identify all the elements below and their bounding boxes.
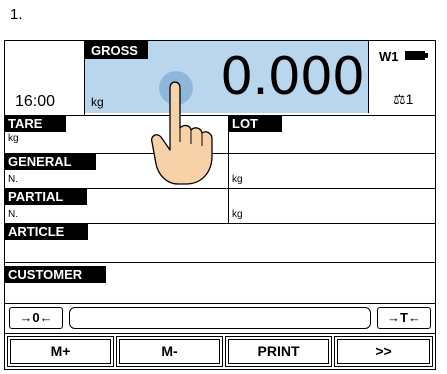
platform-number: 1 xyxy=(405,91,414,107)
battery-icon xyxy=(405,51,428,60)
next-page-button[interactable]: >> xyxy=(334,336,433,367)
gross-label: GROSS xyxy=(85,41,148,59)
step-number: 1. xyxy=(10,6,23,23)
lot-label[interactable]: LOT xyxy=(229,115,282,132)
row-customer[interactable]: CUSTOMER xyxy=(5,262,435,304)
row-general: GENERAL N. kg xyxy=(5,153,435,189)
tare-bar: →0← →T← xyxy=(5,303,435,334)
row-partial: PARTIAL N. kg xyxy=(5,188,435,224)
scale-terminal: 16:00 GROSS kg 0.000 W1 ⚖1 TARE kg LOT G… xyxy=(4,40,436,370)
touch-finger-icon xyxy=(151,71,213,185)
row-article[interactable]: ARTICLE xyxy=(5,223,435,263)
article-label: ARTICLE xyxy=(5,223,89,240)
general-count-label: N. xyxy=(8,174,18,185)
scale-icon: ⚖ xyxy=(393,91,406,107)
function-keys: M+ M- PRINT >> xyxy=(5,334,435,369)
weight-unit: kg xyxy=(91,95,104,109)
partial-label: PARTIAL xyxy=(5,188,88,205)
tare-button[interactable]: →T← xyxy=(377,307,431,329)
divider xyxy=(228,153,229,188)
partial-unit: kg xyxy=(232,209,243,220)
general-unit: kg xyxy=(232,174,243,185)
print-button[interactable]: PRINT xyxy=(225,336,332,367)
clock: 16:00 xyxy=(15,93,56,110)
row-tare-lot: TARE kg LOT xyxy=(5,115,435,154)
scale-id: W1 xyxy=(379,49,399,64)
header: 16:00 GROSS kg 0.000 W1 ⚖1 xyxy=(5,41,435,116)
zero-button[interactable]: →0← xyxy=(9,307,63,329)
tare-unit: kg xyxy=(8,133,19,144)
partial-count-label: N. xyxy=(8,209,18,220)
entry-field[interactable] xyxy=(69,307,371,329)
general-label: GENERAL xyxy=(5,153,96,170)
tare-label: TARE xyxy=(5,115,67,132)
divider xyxy=(228,188,229,223)
customer-label: CUSTOMER xyxy=(5,266,107,283)
weight-value: 0.000 xyxy=(220,47,365,107)
m-minus-button[interactable]: M- xyxy=(116,336,223,367)
platform-indicator: ⚖1 xyxy=(393,91,413,108)
weight-display[interactable]: GROSS kg 0.000 xyxy=(85,41,369,113)
m-plus-button[interactable]: M+ xyxy=(7,336,114,367)
